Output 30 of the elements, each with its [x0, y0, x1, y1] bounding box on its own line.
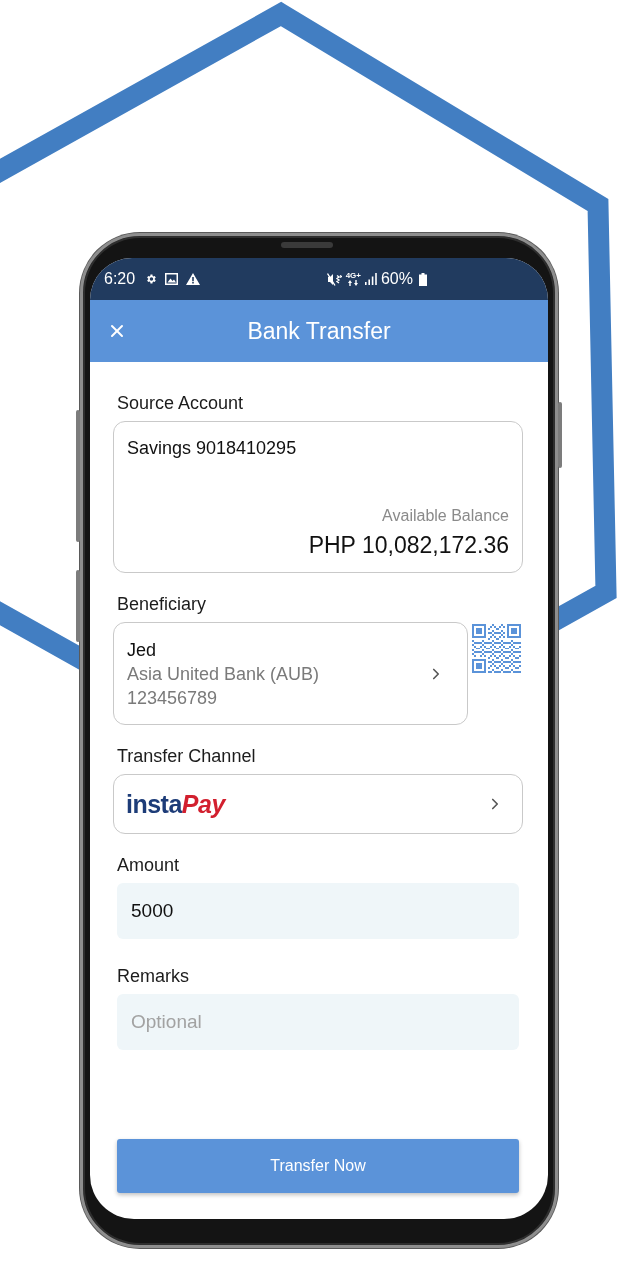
status-time: 6:20 — [104, 270, 136, 288]
image-icon — [165, 273, 179, 285]
balance-amount: PHP 10,082,172.36 — [308, 531, 509, 560]
data-arrows-icon — [348, 280, 359, 286]
gear-icon — [145, 273, 158, 285]
input-field[interactable]: 5000 — [117, 883, 519, 939]
channel-logo: instaPay — [126, 789, 225, 819]
beneficiary-name: Jed — [127, 639, 157, 662]
qr-code-icon[interactable] — [472, 624, 521, 673]
battery-icon — [419, 272, 427, 286]
balance-label: Available Balance — [382, 506, 509, 526]
input-field[interactable]: Optional — [117, 994, 519, 1050]
account-number: 123456789 — [127, 687, 218, 710]
screen-title: Bank Transfer — [246, 317, 392, 345]
channel-card[interactable]: instaPay — [113, 774, 523, 834]
account-name: Savings 9018410295 — [127, 437, 297, 460]
network-type-label: 4G+ — [345, 272, 361, 280]
account-card[interactable]: Savings 9018410295 Available Balance PHP 10,082,172.36 — [113, 421, 523, 573]
field-label: Remarks — [116, 966, 189, 986]
beneficiary-card[interactable]: Jed Asia United Bank (AUB) 123456789 — [113, 622, 468, 725]
bank-name: Asia United Bank (AUB) — [127, 663, 320, 686]
field-label: Amount — [116, 855, 180, 875]
battery-percent: 60% — [380, 270, 413, 288]
section-label: Transfer Channel — [116, 746, 256, 766]
signal-icon — [364, 273, 377, 285]
section-label: Beneficiary — [116, 594, 207, 614]
section-label: Source Account — [116, 393, 244, 413]
speaker-grille — [281, 242, 333, 248]
vibrate-mute-icon — [326, 272, 342, 286]
warning-icon — [186, 273, 201, 285]
